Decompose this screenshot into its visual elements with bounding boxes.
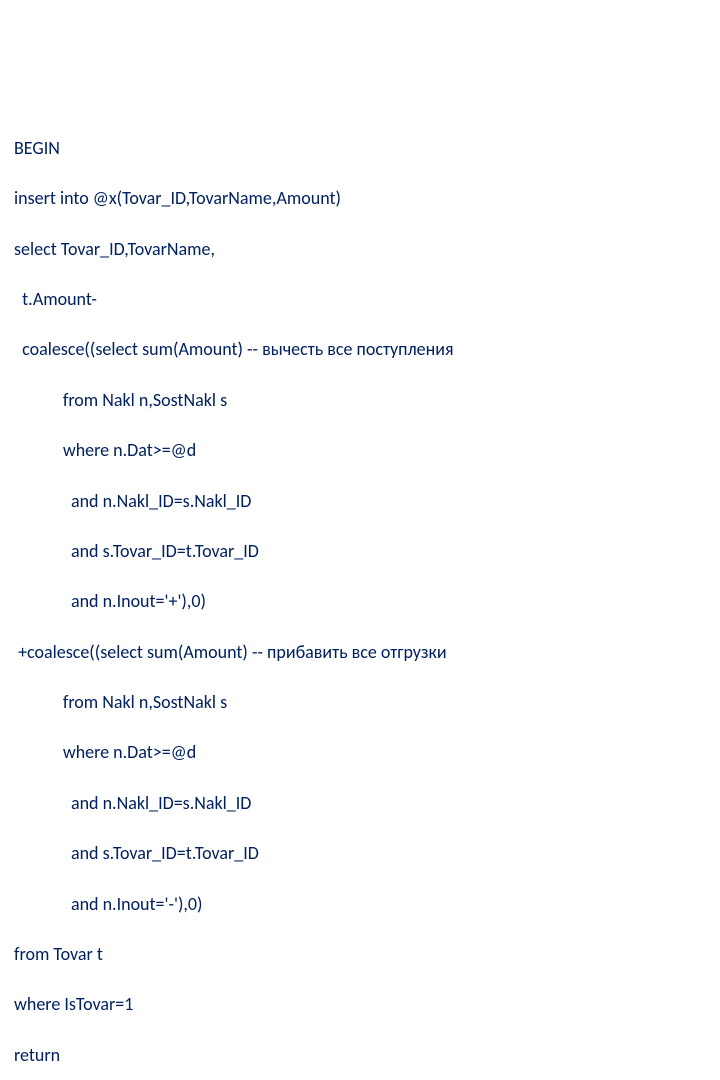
code-line: +coalesce((select sum(Amount) -- прибави…: [14, 640, 706, 665]
code-line: and n.Nakl_ID=s.Nakl_ID: [14, 791, 706, 816]
code-line: where IsTovar=1: [14, 992, 706, 1017]
code-line: select Tovar_ID,TovarName,: [14, 237, 706, 262]
code-line: and n.Nakl_ID=s.Nakl_ID: [14, 489, 706, 514]
code-line: where n.Dat>=@d: [14, 438, 706, 463]
code-line: and s.Tovar_ID=t.Tovar_ID: [14, 539, 706, 564]
code-line: coalesce((select sum(Amount) -- вычесть …: [14, 337, 706, 362]
code-line: from Tovar t: [14, 942, 706, 967]
code-line: from Nakl n,SostNakl s: [14, 388, 706, 413]
code-line: and n.Inout='+'),0): [14, 589, 706, 614]
code-line: and s.Tovar_ID=t.Tovar_ID: [14, 841, 706, 866]
code-line: from Nakl n,SostNakl s: [14, 690, 706, 715]
code-line: return: [14, 1043, 706, 1068]
code-line: and n.Inout='-'),0): [14, 892, 706, 917]
code-line: insert into @x(Tovar_ID,TovarName,Amount…: [14, 186, 706, 211]
sql-code-block: BEGIN insert into @x(Tovar_ID,TovarName,…: [14, 111, 706, 1080]
code-line: BEGIN: [14, 136, 706, 161]
code-line: t.Amount-: [14, 287, 706, 312]
code-line: where n.Dat>=@d: [14, 740, 706, 765]
